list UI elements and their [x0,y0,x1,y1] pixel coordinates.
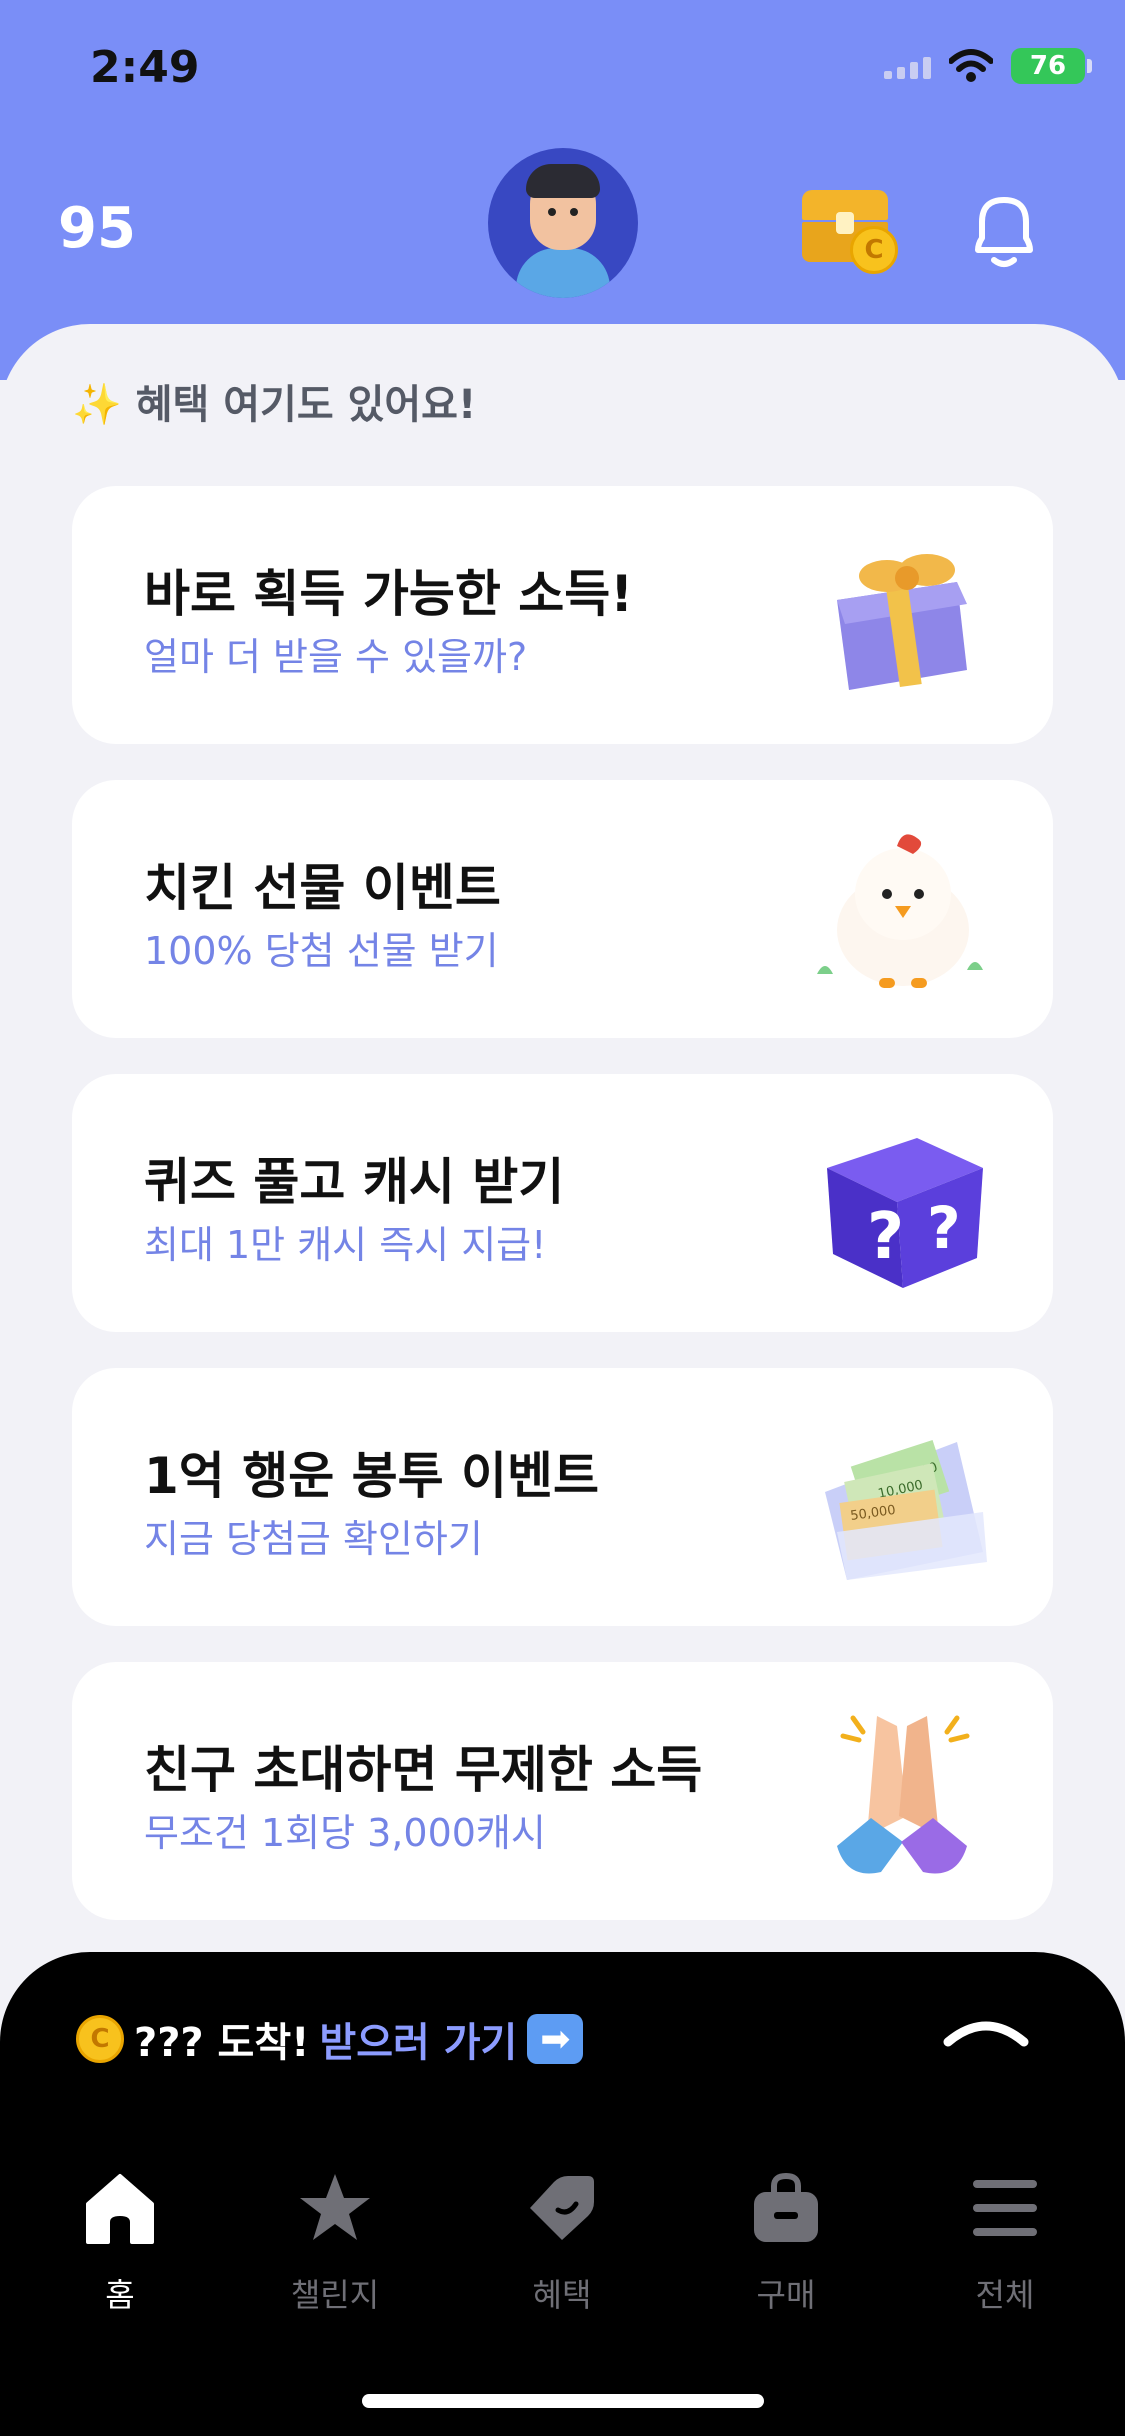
card-title: 바로 획득 가능한 소득! [144,565,634,623]
nav-home[interactable]: 홈 [40,2170,200,2320]
card-title: 친구 초대하면 무제한 소득 [144,1741,703,1799]
nav-label: 전체 [975,2276,1035,2314]
card-title: 퀴즈 풀고 캐시 받기 [144,1153,565,1211]
card-quiz-cash[interactable]: 퀴즈 풀고 캐시 받기 최대 1만 캐시 즉시 지급! ? ? [72,1074,1053,1332]
card-subtitle: 지금 당첨금 확인하기 [144,1517,483,1561]
shopping-bag-icon [754,2172,818,2242]
card-title: 1억 행운 봉투 이벤트 [144,1447,600,1505]
wifi-icon [949,49,993,82]
card-invite-friend[interactable]: 친구 초대하면 무제한 소득 무조건 1회당 3,000캐시 [72,1662,1053,1920]
chick-icon [817,834,983,988]
nav-label: 구매 [756,2276,816,2314]
home-indicator [362,2394,764,2408]
section-title: ✨ 혜택 여기도 있어요! [72,382,477,428]
avatar[interactable] [488,148,638,298]
gift-box-icon [837,554,967,690]
chevron-up-icon[interactable] [942,2014,1030,2050]
point-count[interactable]: 95 [58,196,136,261]
svg-text:?: ? [927,1194,961,1262]
card-subtitle: 100% 당첨 선물 받기 [144,929,499,973]
card-chicken-event[interactable]: 치킨 선물 이벤트 100% 당첨 선물 받기 [72,780,1053,1038]
nav-label: 챌린지 [290,2276,380,2314]
bottom-nav: 홈 챌린지 혜택 구매 전체 [0,2170,1125,2320]
tag-icon [530,2176,594,2240]
battery-level: 76 [1029,51,1067,81]
mystery-box-icon: ? ? [827,1138,983,1288]
card-instant-income[interactable]: 바로 획득 가능한 소득! 얼마 더 받을 수 있을까? [72,486,1053,744]
coin-icon: C [76,2015,124,2063]
high-five-icon [837,1715,970,1874]
status-icons: 76 [884,48,1092,84]
nav-all[interactable]: 전체 [925,2170,1085,2320]
arrow-right-icon: ➡ [527,2014,584,2064]
banner-link[interactable]: 받으러 가기 [319,2010,517,2068]
card-title: 치킨 선물 이벤트 [144,859,501,917]
menu-icon [973,2180,1037,2236]
card-subtitle: 최대 1만 캐시 즉시 지급! [144,1223,547,1267]
battery-icon: 76 [1011,48,1092,84]
nav-purchase[interactable]: 구매 [706,2170,866,2320]
nav-challenge[interactable]: 챌린지 [255,2170,415,2320]
card-subtitle: 얼마 더 받을 수 있을까? [144,635,528,679]
cellular-signal-icon [884,53,931,79]
home-icon [86,2174,154,2244]
coin-icon: C [850,226,898,274]
card-lucky-envelope[interactable]: 1억 행운 봉투 이벤트 지금 당첨금 확인하기 1,000 10,000 50… [72,1368,1053,1626]
svg-text:?: ? [867,1200,904,1274]
reward-banner[interactable]: C ??? 도착! 받으러 가기 ➡ [76,2010,584,2068]
money-envelope-icon: 1,000 10,000 50,000 [825,1440,987,1580]
star-icon [300,2174,370,2240]
bell-icon[interactable] [964,188,1044,274]
banner-text: ??? 도착! [134,2020,310,2066]
nav-label: 홈 [105,2276,135,2314]
status-time: 2:49 [90,42,200,93]
treasure-chest-icon[interactable]: C [802,190,898,274]
nav-benefit[interactable]: 혜택 [482,2170,642,2320]
card-subtitle: 무조건 1회당 3,000캐시 [144,1811,546,1855]
nav-label: 혜택 [532,2276,592,2314]
